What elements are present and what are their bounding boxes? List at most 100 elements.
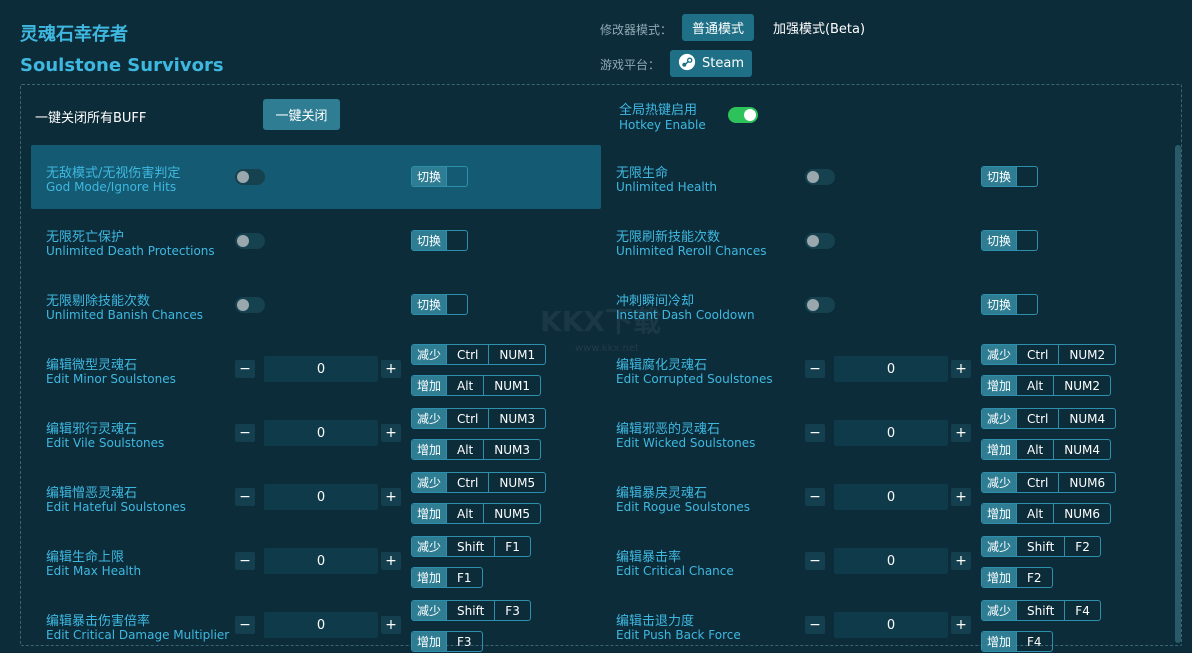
increase-hotkey[interactable]: 增加 F2 — [981, 567, 1053, 588]
steam-platform-button[interactable]: Steam — [670, 50, 752, 77]
hotkey-key: F2 — [1016, 568, 1052, 587]
feature-toggle[interactable] — [805, 169, 835, 185]
feature-toggle[interactable] — [235, 169, 265, 185]
hotkey-action-label: 减少 — [982, 601, 1017, 620]
toggle-hotkey[interactable]: 切换 — [981, 294, 1039, 315]
hotkey-action-label: 增加 — [412, 504, 447, 523]
toggle-hotkey[interactable]: 切换 — [981, 230, 1039, 251]
minus-button[interactable]: − — [235, 552, 255, 570]
toggle-hotkey[interactable]: 切换 — [981, 166, 1039, 187]
minus-button[interactable]: − — [235, 488, 255, 506]
value-input[interactable]: 0 — [264, 612, 378, 638]
minus-button[interactable]: − — [235, 616, 255, 634]
value-input[interactable]: 0 — [834, 484, 948, 510]
hotkey-key: NUM3 — [483, 440, 540, 459]
hotkey-key: F2 — [1064, 537, 1100, 556]
toggle-label-en: Unlimited Reroll Chances — [616, 244, 767, 258]
value-input[interactable]: 0 — [834, 612, 948, 638]
value-input[interactable]: 0 — [264, 484, 378, 510]
decrease-hotkey[interactable]: 减少 Ctrl NUM2 — [981, 344, 1117, 365]
hotkey-key: F3 — [446, 632, 482, 651]
hotkey-action-label: 减少 — [982, 537, 1017, 556]
plus-button[interactable]: + — [951, 424, 971, 442]
toggle-hotkey[interactable]: 切换 — [411, 166, 469, 187]
increase-hotkey[interactable]: 增加 F4 — [981, 631, 1053, 652]
increase-hotkey[interactable]: 增加 Alt NUM6 — [981, 503, 1112, 524]
value-input[interactable]: 0 — [834, 420, 948, 446]
value-input[interactable]: 0 — [264, 356, 378, 382]
hotkey-enable-toggle[interactable] — [728, 107, 758, 123]
hotkey-action-label: 增加 — [982, 632, 1017, 651]
plus-button[interactable]: + — [381, 360, 401, 378]
scrollbar[interactable] — [1175, 145, 1181, 643]
plus-button[interactable]: + — [951, 552, 971, 570]
hotkey-action-label: 增加 — [982, 504, 1017, 523]
minus-button[interactable]: − — [235, 424, 255, 442]
off-all-button[interactable]: 一键关闭 — [263, 99, 340, 130]
hotkey-action-label: 减少 — [982, 345, 1017, 364]
hotkey-action-label: 增加 — [982, 568, 1017, 587]
increase-hotkey[interactable]: 增加 F3 — [411, 631, 483, 652]
editor-label-cn: 编辑邪恶的灵魂石 — [616, 422, 721, 437]
increase-hotkey[interactable]: 增加 Alt NUM2 — [981, 375, 1112, 396]
hotkey-key: NUM2 — [1053, 376, 1110, 395]
toggle-label-en: Instant Dash Cooldown — [616, 308, 755, 322]
decrease-hotkey[interactable]: 减少 Ctrl NUM6 — [981, 472, 1117, 493]
toggle-hotkey[interactable]: 切换 — [411, 230, 469, 251]
plus-button[interactable]: + — [381, 616, 401, 634]
plus-button[interactable]: + — [951, 488, 971, 506]
enhanced-mode-button[interactable]: 加强模式(Beta) — [766, 14, 872, 41]
decrease-hotkey[interactable]: 减少 Ctrl NUM1 — [411, 344, 547, 365]
hotkey-key: F3 — [494, 601, 530, 620]
increase-hotkey[interactable]: 增加 Alt NUM5 — [411, 503, 542, 524]
minus-button[interactable]: − — [235, 360, 255, 378]
plus-button[interactable]: + — [381, 488, 401, 506]
increase-hotkey[interactable]: 增加 Alt NUM1 — [411, 375, 542, 396]
toggle-label-cn: 无限剔除技能次数 — [46, 294, 151, 309]
steam-icon — [678, 53, 696, 75]
minus-button[interactable]: − — [805, 360, 825, 378]
editor-label-en: Edit Critical Damage Multiplier — [46, 628, 230, 642]
hotkey-key: F4 — [1016, 632, 1052, 651]
feature-toggle[interactable] — [805, 297, 835, 313]
decrease-hotkey[interactable]: 减少 Ctrl NUM5 — [411, 472, 547, 493]
decrease-hotkey[interactable]: 减少 Shift F4 — [981, 600, 1101, 621]
minus-button[interactable]: − — [805, 552, 825, 570]
increase-hotkey[interactable]: 增加 Alt NUM3 — [411, 439, 542, 460]
toggle-label-cn: 无限生命 — [616, 166, 669, 181]
hotkey-key: NUM1 — [488, 345, 545, 364]
value-input[interactable]: 0 — [264, 420, 378, 446]
mode-label: 修改器模式： — [600, 23, 673, 37]
hotkey-key: Ctrl — [446, 409, 488, 428]
feature-toggle[interactable] — [235, 233, 265, 249]
normal-mode-button[interactable]: 普通模式 — [682, 14, 754, 41]
value-input[interactable]: 0 — [834, 548, 948, 574]
hotkey-key: Shift — [446, 601, 494, 620]
hotkey-action-label: 减少 — [412, 537, 447, 556]
decrease-hotkey[interactable]: 减少 Shift F1 — [411, 536, 531, 557]
plus-button[interactable]: + — [951, 616, 971, 634]
value-input[interactable]: 0 — [264, 548, 378, 574]
hotkey-key: NUM6 — [1053, 504, 1110, 523]
minus-button[interactable]: − — [805, 616, 825, 634]
value-input[interactable]: 0 — [834, 356, 948, 382]
decrease-hotkey[interactable]: 减少 Shift F2 — [981, 536, 1101, 557]
feature-toggle[interactable] — [805, 233, 835, 249]
plus-button[interactable]: + — [951, 360, 971, 378]
hotkey-key: NUM1 — [483, 376, 540, 395]
decrease-hotkey[interactable]: 减少 Shift F3 — [411, 600, 531, 621]
editor-label-en: Edit Vile Soulstones — [46, 436, 165, 450]
plus-button[interactable]: + — [381, 424, 401, 442]
decrease-hotkey[interactable]: 减少 Ctrl NUM4 — [981, 408, 1117, 429]
decrease-hotkey[interactable]: 减少 Ctrl NUM3 — [411, 408, 547, 429]
toggle-hotkey[interactable]: 切换 — [411, 294, 469, 315]
minus-button[interactable]: − — [805, 488, 825, 506]
editor-label-cn: 编辑腐化灵魂石 — [616, 358, 708, 373]
increase-hotkey[interactable]: 增加 Alt NUM4 — [981, 439, 1112, 460]
feature-toggle[interactable] — [235, 297, 265, 313]
plus-button[interactable]: + — [381, 552, 401, 570]
minus-button[interactable]: − — [805, 424, 825, 442]
editor-label-cn: 编辑击退力度 — [616, 614, 695, 629]
hotkey-action-label: 增加 — [412, 376, 447, 395]
increase-hotkey[interactable]: 增加 F1 — [411, 567, 483, 588]
